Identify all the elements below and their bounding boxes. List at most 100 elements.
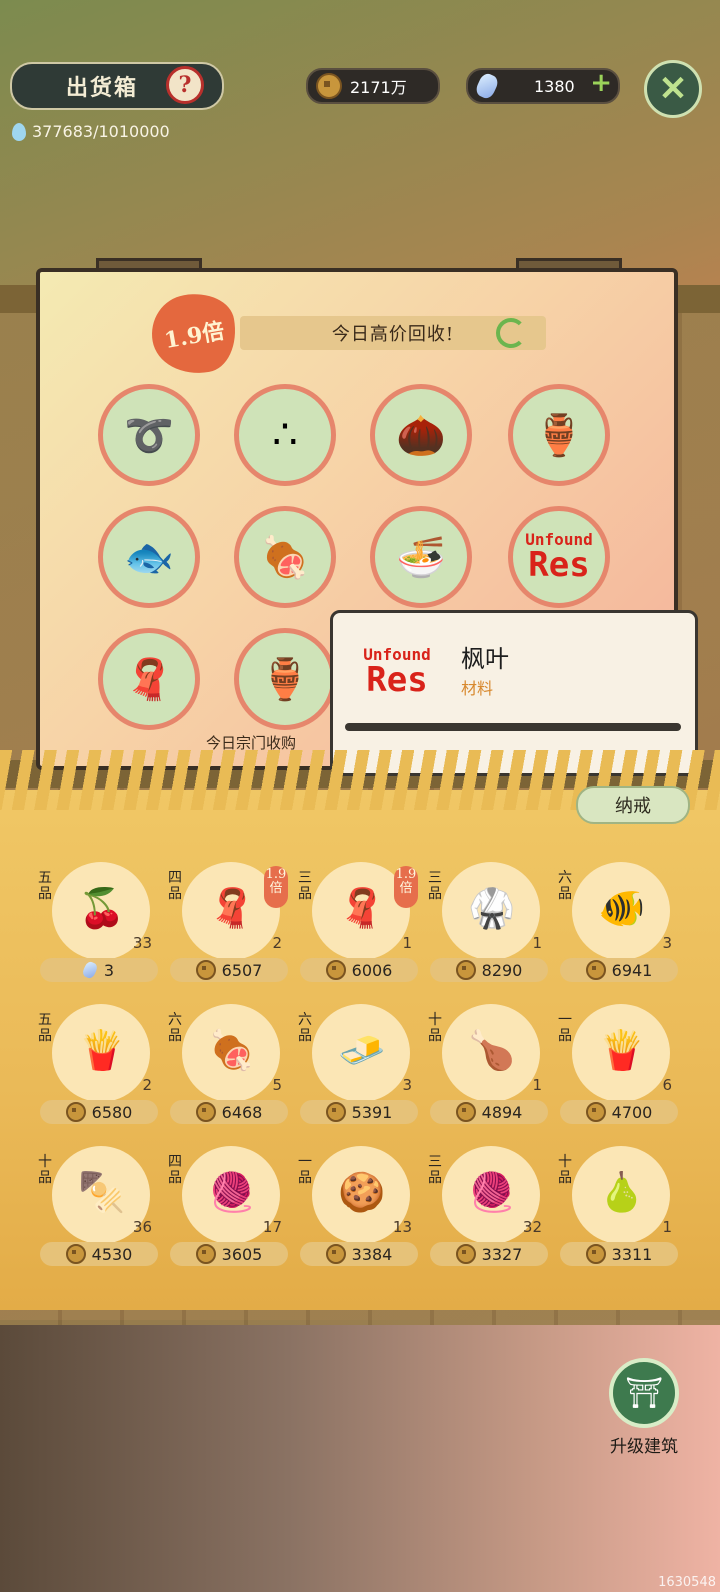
spicy-meat-dish-icon: 🍖 <box>208 1027 256 1072</box>
item-grade: 三品 <box>298 870 312 902</box>
roast-box-icon: 🍗 <box>468 1027 516 1072</box>
item-price: 4530 <box>40 1242 158 1266</box>
blue-cloth-icon: 🧣 <box>208 885 256 930</box>
storage-item[interactable]: 一品 🍟 6 4700 <box>558 1002 682 1134</box>
gem-icon <box>473 71 501 101</box>
item-grade: 六品 <box>298 1012 312 1044</box>
daily-banner-text: 今日高价回收! <box>331 324 455 345</box>
item-quantity: 2 <box>142 1076 152 1094</box>
item-price: 3 <box>40 958 158 982</box>
gourd-icon: 🍐 <box>598 1169 646 1214</box>
add-gems-button[interactable]: + <box>590 68 612 98</box>
item-quantity: 3 <box>402 1076 412 1094</box>
coin-icon <box>585 1244 606 1264</box>
missing-resource-line2: Res <box>366 660 428 700</box>
refresh-icon[interactable] <box>496 318 526 348</box>
item-price: 6468 <box>170 1100 288 1124</box>
item-quantity: 36 <box>132 1218 152 1236</box>
missing-resource-icon: Unfound Res <box>347 623 447 723</box>
missing-resource-line2: Res <box>528 545 590 585</box>
item-name: 枫叶 <box>461 645 509 673</box>
item-grade: 三品 <box>428 870 442 902</box>
item-grade: 十品 <box>558 1154 572 1186</box>
coin-icon <box>65 1244 86 1264</box>
fried-strips-dish-icon: 🍟 <box>598 1027 646 1072</box>
coin-icon <box>195 1244 216 1264</box>
tofu-dish-icon: 🧈 <box>338 1027 386 1072</box>
coin-icon <box>316 73 342 99</box>
item-grade: 五品 <box>38 870 52 902</box>
board-slot[interactable]: ∴ <box>234 384 336 486</box>
fried-strips-dish-icon: 🍟 <box>78 1027 126 1072</box>
coin-icon <box>585 960 606 980</box>
storage-item[interactable]: 五品 🍒 33 3 <box>38 860 162 992</box>
storage-item[interactable]: 四品 🧶 17 3605 <box>168 1144 292 1276</box>
item-grade: 六品 <box>558 870 572 902</box>
item-price: 3311 <box>560 1242 678 1266</box>
blue-cloth-icon: 🧣 <box>124 656 174 703</box>
board-slot[interactable]: 🌰 <box>370 384 472 486</box>
close-button[interactable]: ✕ <box>644 60 702 118</box>
seeds-icon: 🌰 <box>396 412 446 459</box>
item-price-value: 8290 <box>481 960 523 980</box>
page-title: 出货箱 <box>65 75 138 101</box>
tab-storage-ring[interactable]: 纳戒 <box>576 786 690 824</box>
divider <box>345 723 681 731</box>
coin-icon <box>195 960 216 980</box>
storage-item[interactable]: 三品 🧶 32 3327 <box>428 1144 552 1276</box>
storage-item[interactable]: 六品 🍖 5 6468 <box>168 1002 292 1134</box>
skewers-icon: 🍢 <box>78 1169 126 1214</box>
board-slot[interactable]: 🍜 <box>370 506 472 608</box>
item-grade: 十品 <box>38 1154 52 1186</box>
coin-icon <box>455 1102 476 1122</box>
board-slot[interactable]: 🐟 <box>98 506 200 608</box>
multiplier-badge: 1.9倍 <box>264 866 288 908</box>
item-price: 6941 <box>560 958 678 982</box>
item-price: 3384 <box>300 1242 418 1266</box>
red-cloth-icon: 🧶 <box>208 1169 256 1214</box>
board-slot[interactable]: 🍖 <box>234 506 336 608</box>
board-slot[interactable]: 🧣 <box>98 628 200 730</box>
item-grade: 一品 <box>298 1154 312 1186</box>
item-grade: 五品 <box>38 1012 52 1044</box>
coin-icon <box>325 960 346 980</box>
storage-item[interactable]: 一品 🍪 13 3384 <box>298 1144 422 1276</box>
coin-icon <box>455 1244 476 1264</box>
blue-cloth-icon: 🧣 <box>338 885 386 930</box>
storage-item[interactable]: 十品 🍐 1 3311 <box>558 1144 682 1276</box>
gem-amount: 1380 <box>534 76 575 96</box>
item-quantity: 17 <box>262 1218 282 1236</box>
storage-item[interactable]: 三品 🧣 1 1.9倍 6006 <box>298 860 422 992</box>
storage-item[interactable]: 十品 🍢 36 4530 <box>38 1144 162 1276</box>
board-slot[interactable]: 🏺 <box>234 628 336 730</box>
storage-item[interactable]: 五品 🍟 2 6580 <box>38 1002 162 1134</box>
item-price-value: 6580 <box>91 1102 133 1122</box>
coin-icon <box>585 1102 606 1122</box>
item-grade: 六品 <box>168 1012 182 1044</box>
red-berries-icon: 🍒 <box>78 885 126 930</box>
board-slot[interactable]: 🏺 <box>508 384 610 486</box>
item-price-value: 5391 <box>351 1102 393 1122</box>
storage-item[interactable]: 六品 🐠 3 6941 <box>558 860 682 992</box>
item-grade: 一品 <box>558 1012 572 1044</box>
storage-item[interactable]: 六品 🧈 3 5391 <box>298 1002 422 1134</box>
item-price: 6507 <box>170 958 288 982</box>
item-quantity: 1 <box>532 934 542 952</box>
board-slot-missing[interactable]: Unfound Res <box>508 506 610 608</box>
coin-icon <box>65 1102 86 1122</box>
green-noodle-bundle-icon: ➰ <box>124 412 174 459</box>
gem-counter: 1380 + <box>466 68 620 104</box>
storage-item[interactable]: 三品 🥋 1 8290 <box>428 860 552 992</box>
item-quantity: 5 <box>272 1076 282 1094</box>
item-quantity: 1 <box>532 1076 542 1094</box>
storage-item[interactable]: 四品 🧣 2 1.9倍 6507 <box>168 860 292 992</box>
board-slot[interactable]: ➰ <box>98 384 200 486</box>
item-price-value: 3311 <box>611 1244 653 1264</box>
help-button[interactable]: ? <box>166 66 204 104</box>
fish-dish-icon: 🐠 <box>598 885 646 930</box>
storage-item[interactable]: 十品 🍗 1 4894 <box>428 1002 552 1134</box>
upgrade-building-button[interactable]: ⛩ 升级建筑 <box>598 1358 690 1457</box>
item-price: 6006 <box>300 958 418 982</box>
upgrade-building-label: 升级建筑 <box>610 1437 678 1457</box>
item-grade: 三品 <box>428 1154 442 1186</box>
